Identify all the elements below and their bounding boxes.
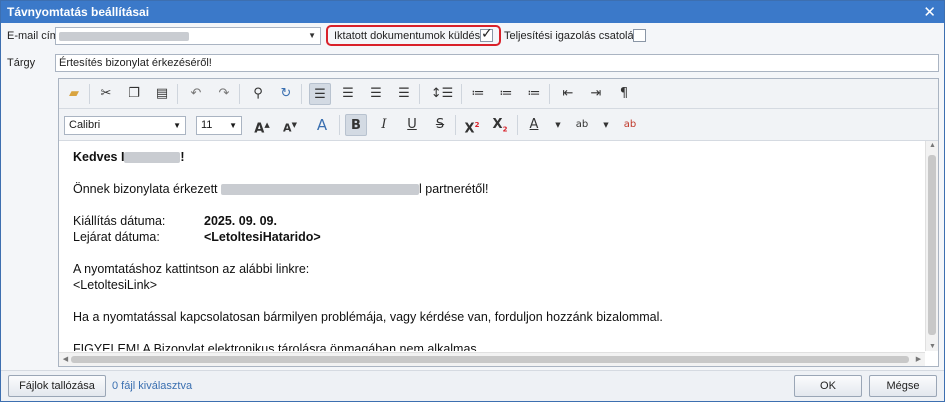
issue-date-line: Kiállítás dátuma: 2025. 09. 09. [73, 214, 277, 228]
warning-line: FIGYELEM! A Bizonylat elektronikus tárol… [73, 342, 477, 351]
find-icon[interactable]: ⚲ [247, 83, 269, 105]
chevron-down-icon[interactable]: ▼ [308, 28, 316, 44]
align-right-icon[interactable]: ☰ [365, 83, 387, 105]
cancel-button[interactable]: Mégse [869, 375, 937, 397]
rich-text-editor: ▰ ✂ ❐ ▤ ↶ ↷ ⚲ ↻ ☰ ☰ ☰ ☰ ↕☰ ≔ ≔ ≔ ⇤ ⇥ ¶ C… [58, 78, 939, 367]
toolbar-row-2: Calibri ▼ 11 ▼ A▲ A▼ A B I U S X2 X2 A ▼… [59, 109, 938, 141]
help-line: Ha a nyomtatással kapcsolatosan bármilye… [73, 310, 663, 324]
received-line: Önnek bizonylata érkezett l partnerétől! [73, 182, 489, 196]
superscript-icon[interactable]: X2 [461, 114, 483, 136]
replace-icon[interactable]: ↻ [275, 83, 297, 105]
chevron-down-icon[interactable]: ▼ [595, 114, 617, 136]
toolbar-row-1: ▰ ✂ ❐ ▤ ↶ ↷ ⚲ ↻ ☰ ☰ ☰ ☰ ↕☰ ≔ ≔ ≔ ⇤ ⇥ ¶ [59, 79, 938, 109]
horizontal-scrollbar[interactable]: ◀ ▶ [59, 352, 925, 366]
chevron-down-icon[interactable]: ▼ [173, 117, 181, 134]
cut-icon[interactable]: ✂ [95, 83, 117, 105]
link-placeholder-line: <LetoltesiLink> [73, 278, 158, 292]
separator [419, 84, 420, 104]
separator [301, 84, 302, 104]
paste-icon[interactable]: ▤ [151, 83, 173, 105]
redo-icon[interactable]: ↷ [213, 83, 235, 105]
bold-icon[interactable]: B [345, 114, 367, 136]
clear-format-icon[interactable]: ab [619, 114, 641, 136]
print-instruction-line: A nyomtatáshoz kattintson az alábbi link… [73, 262, 310, 276]
send-docs-label: Iktatott dokumentumok küldése [334, 30, 487, 42]
separator [239, 84, 240, 104]
due-date-line: Lejárat dátuma: <LetoltesiHatarido> [73, 230, 321, 244]
scroll-thumb[interactable] [928, 155, 936, 335]
open-folder-icon[interactable]: ▰ [63, 83, 85, 105]
numbered-list-icon[interactable]: ≔ [495, 83, 517, 105]
chevron-down-icon[interactable]: ▼ [229, 117, 237, 134]
align-center-icon[interactable]: ☰ [337, 83, 359, 105]
subject-label: Tárgy [7, 57, 36, 69]
font-size-value: 11 [201, 119, 213, 131]
separator [339, 115, 340, 135]
indent-decrease-icon[interactable]: ⇤ [557, 83, 579, 105]
completion-checkbox[interactable] [633, 29, 646, 42]
font-name-select[interactable]: Calibri ▼ [64, 116, 186, 135]
ok-button[interactable]: OK [794, 375, 862, 397]
font-color-a-icon[interactable]: A [311, 114, 333, 136]
highlight-icon[interactable]: ab [571, 114, 593, 136]
justify-icon[interactable]: ☰ [393, 83, 415, 105]
email-redacted-value [59, 31, 189, 41]
scroll-thumb[interactable] [71, 356, 909, 363]
line-spacing-icon[interactable]: ↕☰ [427, 83, 457, 105]
paragraph-mark-icon[interactable]: ¶ [613, 83, 635, 105]
scroll-up-icon[interactable]: ▲ [926, 142, 939, 149]
browse-files-button[interactable]: Fájlok tallózása [8, 375, 106, 397]
subject-input[interactable]: Értesítés bizonylat érkezéséről! [55, 54, 939, 72]
checkmark-icon: ✓ [481, 26, 493, 42]
title-bar: Távnyomtatás beállításai ✕ [1, 1, 944, 23]
shrink-font-icon[interactable]: A▼ [279, 114, 301, 136]
align-left-icon[interactable]: ☰ [309, 83, 331, 105]
dialog-window: Távnyomtatás beállításai ✕ E-mail cím ▼ … [0, 0, 945, 402]
scroll-right-icon[interactable]: ▶ [912, 355, 925, 363]
send-docs-checkbox[interactable]: ✓ [480, 26, 493, 42]
subscript-icon[interactable]: X2 [489, 114, 511, 136]
greeting-line: Kedves I! [73, 150, 185, 164]
strikethrough-icon[interactable]: S [429, 114, 451, 136]
completion-label: Teljesítési igazolás csatolása [504, 30, 646, 42]
separator [461, 84, 462, 104]
copy-icon[interactable]: ❐ [123, 83, 145, 105]
separator [89, 84, 90, 104]
underline-icon[interactable]: U [401, 114, 423, 136]
indent-increase-icon[interactable]: ⇥ [585, 83, 607, 105]
chevron-down-icon[interactable]: ▼ [547, 114, 569, 136]
font-size-select[interactable]: 11 ▼ [196, 116, 242, 135]
email-select[interactable]: ▼ [55, 27, 321, 45]
font-color-icon[interactable]: A [523, 114, 545, 136]
editor-content[interactable]: Kedves I! Önnek bizonylata érkezett l pa… [59, 141, 925, 351]
italic-icon[interactable]: I [373, 114, 395, 136]
font-name-value: Calibri [69, 119, 101, 131]
separator [549, 84, 550, 104]
files-selected-link[interactable]: 0 fájl kiválasztva [112, 380, 192, 392]
window-title: Távnyomtatás beállításai [7, 5, 150, 19]
scroll-down-icon[interactable]: ▼ [926, 343, 939, 350]
grow-font-icon[interactable]: A▲ [251, 114, 273, 136]
email-label: E-mail cím [7, 30, 59, 42]
undo-icon[interactable]: ↶ [185, 83, 207, 105]
vertical-scrollbar[interactable]: ▲ ▼ [925, 141, 938, 351]
multilevel-list-icon[interactable]: ≔ [523, 83, 545, 105]
bottom-bar: Fájlok tallózása 0 fájl kiválasztva OK M… [1, 370, 944, 401]
separator [455, 115, 456, 135]
separator [177, 84, 178, 104]
separator [517, 115, 518, 135]
bullet-list-icon[interactable]: ≔ [467, 83, 489, 105]
close-icon[interactable]: ✕ [923, 1, 936, 23]
